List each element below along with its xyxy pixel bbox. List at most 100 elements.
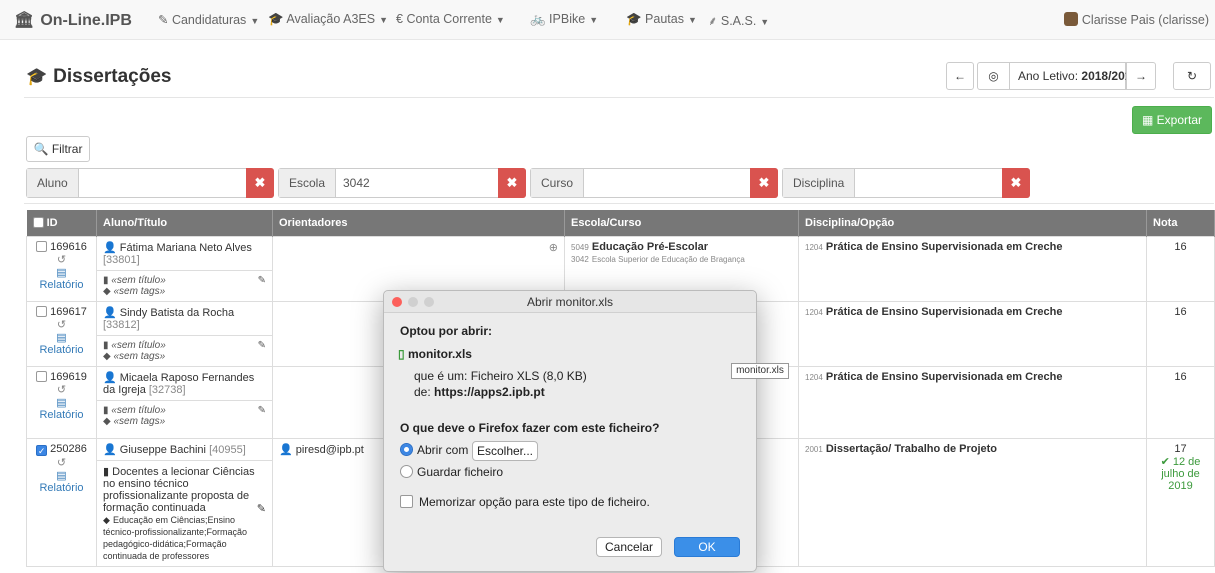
cell-nota: 16 xyxy=(1146,365,1215,439)
header-nota[interactable]: Nota xyxy=(1146,210,1215,236)
filter-button[interactable]: 🔍 Filtrar xyxy=(26,136,90,162)
nav-label: S.A.S. xyxy=(720,14,757,28)
nav-label: Conta Corrente xyxy=(406,12,492,26)
discipline-code: 1204 xyxy=(805,242,823,252)
clear-icon[interactable]: ✖ xyxy=(498,168,526,198)
clear-icon[interactable]: ✖ xyxy=(750,168,778,198)
header-aluno[interactable]: Aluno/Título xyxy=(96,210,273,236)
tag-icon: ◆ xyxy=(103,350,111,362)
relatorio-link[interactable]: ▤ Relatório xyxy=(39,332,83,356)
thesis-title: «sem título» xyxy=(111,339,166,351)
add-icon[interactable]: ⊕ xyxy=(549,241,558,254)
thesis-title: Docentes a lecionar Ciências no ensino t… xyxy=(103,465,255,514)
filter-escola[interactable]: Escola 3042 ✖ xyxy=(278,168,526,198)
cell-nota: 16 xyxy=(1146,235,1215,302)
student-name[interactable]: Giuseppe Bachini xyxy=(120,444,206,456)
thesis-tags: «sem tags» xyxy=(113,415,166,427)
refresh-button[interactable]: ↻ xyxy=(1173,62,1211,90)
grade: 17 xyxy=(1174,442,1187,455)
school-name: Escola Superior de Educação de Bragança xyxy=(591,254,745,264)
ok-button[interactable]: OK xyxy=(674,537,740,557)
relatorio-link[interactable]: ▤ Relatório xyxy=(39,397,83,421)
target-button[interactable]: ◎ xyxy=(977,62,1010,90)
back-button[interactable]: ← xyxy=(946,62,974,90)
institution-icon: 🏛 xyxy=(14,12,35,29)
remember-option[interactable]: Memorizar opção para este tipo de fichei… xyxy=(400,495,650,509)
grade: 16 xyxy=(1174,370,1187,383)
filter-value[interactable]: 3042 xyxy=(343,169,370,197)
row-checkbox[interactable] xyxy=(36,305,48,317)
dialog-titlebar: Abrir monitor.xls xyxy=(384,291,756,313)
filter-disciplina[interactable]: Disciplina ✖ xyxy=(782,168,1030,198)
history-icon[interactable]: ↺ xyxy=(57,319,66,331)
filter-curso[interactable]: Curso ✖ xyxy=(530,168,778,198)
row-checkbox[interactable] xyxy=(36,370,48,382)
header-id[interactable]: ID xyxy=(26,210,97,236)
nav-pautas[interactable]: 🎓 Pautas ▼ xyxy=(626,12,697,27)
discipline-name: Prática de Ensino Supervisionada em Crec… xyxy=(825,370,1063,383)
choose-app-button[interactable]: Escolher... xyxy=(472,441,538,461)
caret-down-icon: ▼ xyxy=(250,16,260,26)
relatorio-link[interactable]: ▤ Relatório xyxy=(39,267,83,291)
file-name: ▯ monitor.xls xyxy=(398,347,472,361)
nav-avaliacao[interactable]: 🎓 Avaliação A3ES ▼ xyxy=(268,12,388,27)
pencil-icon[interactable]: ✎ xyxy=(258,340,266,351)
pencil-icon[interactable]: ✎ xyxy=(258,275,266,286)
header-orientadores[interactable]: Orientadores xyxy=(272,210,565,236)
open-with-option[interactable]: Abrir com xyxy=(400,443,468,457)
clear-icon[interactable]: ✖ xyxy=(1002,168,1030,198)
school-code: 3042 xyxy=(571,254,589,264)
history-icon[interactable]: ↺ xyxy=(57,384,66,396)
course-code: 5049 xyxy=(571,242,589,252)
excel-icon: ▦ xyxy=(1141,113,1157,127)
euro-icon: € xyxy=(396,12,407,26)
student-name[interactable]: Sindy Batista da Rocha xyxy=(120,307,234,319)
save-file-radio[interactable] xyxy=(400,465,413,478)
filter-aluno[interactable]: Aluno ✖ xyxy=(26,168,274,198)
grade: 16 xyxy=(1174,240,1187,253)
cell-nota: 16 xyxy=(1146,300,1215,367)
brand[interactable]: 🏛 On-Line.IPB xyxy=(14,10,132,30)
nav-ipbike[interactable]: 🚲 IPBike ▼ xyxy=(530,12,598,27)
remember-label: Memorizar opção para este tipo de fichei… xyxy=(419,495,650,509)
file-type-value: Ficheiro XLS (8,0 KB) xyxy=(470,369,587,383)
row-checkbox[interactable]: ✓ xyxy=(36,444,48,456)
cancel-button[interactable]: Cancelar xyxy=(596,537,662,557)
pencil-icon[interactable]: ✎ xyxy=(258,405,266,416)
divider xyxy=(24,97,1214,98)
row-id: 169619 xyxy=(50,370,87,383)
history-icon[interactable]: ↺ xyxy=(57,457,66,469)
relatorio-label: Relatório xyxy=(39,481,84,494)
bookmark-icon: ▮ xyxy=(103,274,109,286)
history-icon[interactable]: ↺ xyxy=(57,254,66,266)
export-button[interactable]: ▦ Exportar xyxy=(1132,106,1212,134)
page-title: 🎓 Dissertações xyxy=(26,66,171,88)
graduation-cap-icon: 🎓 xyxy=(268,12,287,26)
header-escola[interactable]: Escola/Curso xyxy=(564,210,799,236)
edit-icon: ✎ xyxy=(158,13,172,27)
thesis-title: «sem título» xyxy=(111,274,166,286)
student-name[interactable]: Fátima Mariana Neto Alves xyxy=(120,242,252,254)
close-window-icon[interactable] xyxy=(392,297,402,307)
discipline-name: Prática de Ensino Supervisionada em Crec… xyxy=(825,240,1063,253)
header-disciplina[interactable]: Disciplina/Opção xyxy=(798,210,1147,236)
save-file-option[interactable]: Guardar ficheiro xyxy=(400,465,503,479)
remember-checkbox[interactable] xyxy=(400,495,413,508)
student-number: [33812] xyxy=(103,318,140,331)
nav-candidaturas[interactable]: ✎ Candidaturas ▼ xyxy=(158,12,259,27)
nav-label: Avaliação A3ES xyxy=(286,12,376,26)
select-all-checkbox[interactable] xyxy=(32,216,44,228)
row-checkbox[interactable] xyxy=(36,240,48,252)
open-file-dialog: Abrir monitor.xls Optou por abrir: ▯ mon… xyxy=(383,290,757,572)
file-name-text: monitor.xls xyxy=(407,347,472,361)
forward-button[interactable]: → xyxy=(1126,62,1156,90)
clear-icon[interactable]: ✖ xyxy=(246,168,274,198)
user-menu[interactable]: Clarisse Pais (clarisse) xyxy=(1063,12,1209,27)
file-type-label: que é um: xyxy=(414,369,468,383)
nav-sas[interactable]: ⸙ S.A.S. ▼ xyxy=(708,12,769,29)
pencil-icon[interactable]: ✎ xyxy=(257,502,266,515)
open-with-radio[interactable] xyxy=(400,443,413,456)
nav-conta-corrente[interactable]: € Conta Corrente ▼ xyxy=(396,12,505,26)
student-number: [33801] xyxy=(103,253,140,266)
relatorio-link[interactable]: ▤ Relatório xyxy=(39,470,83,494)
